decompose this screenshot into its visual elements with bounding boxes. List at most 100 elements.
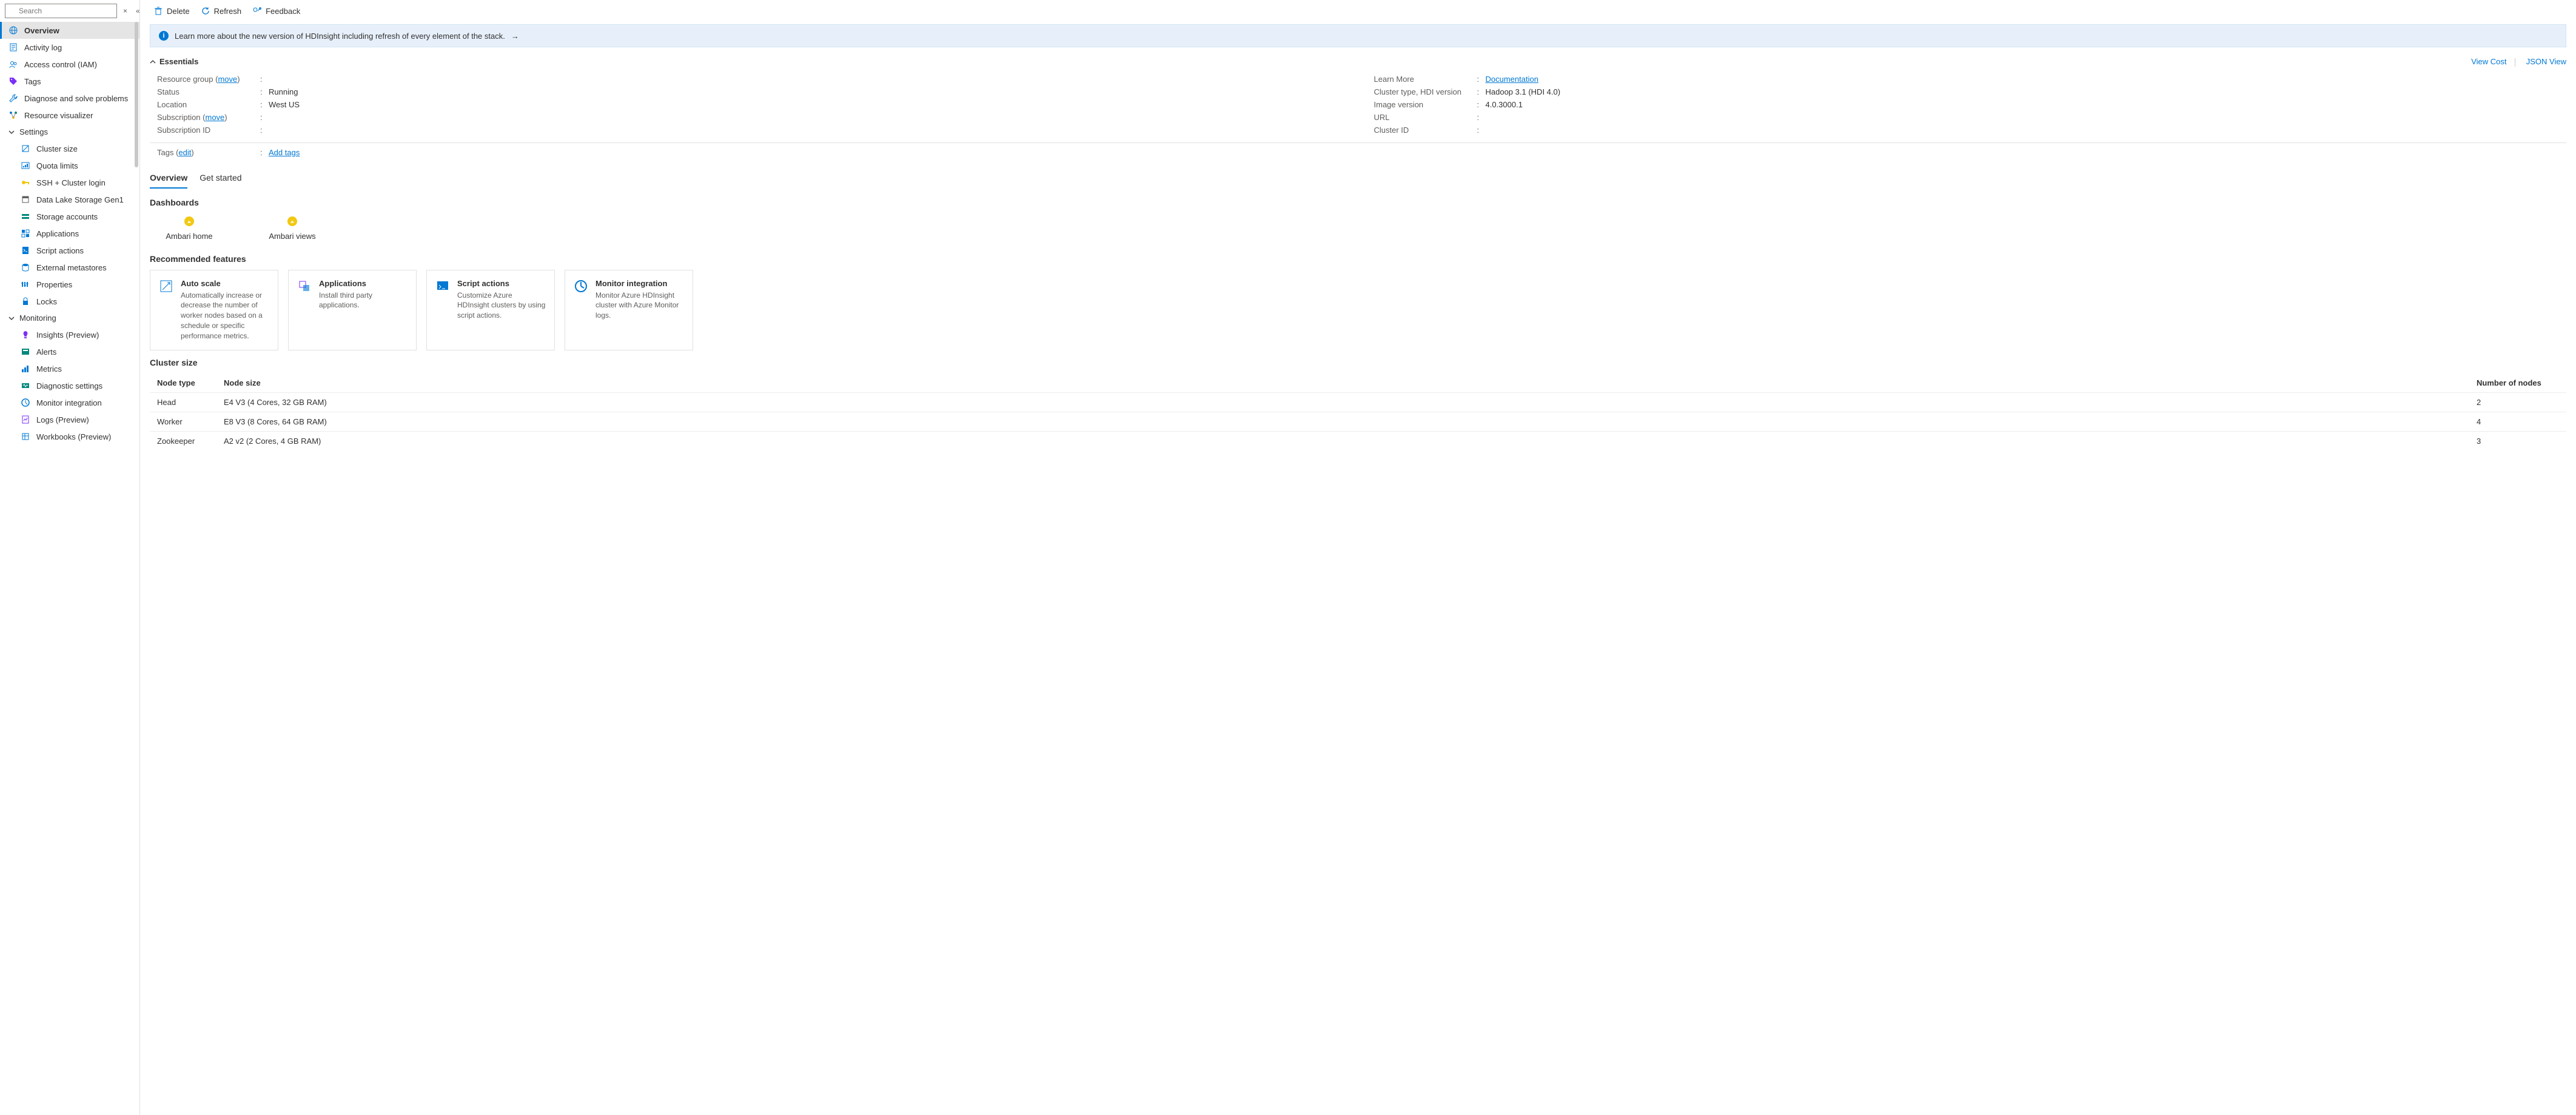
essentials-value-link[interactable]: Documentation xyxy=(1486,75,1538,84)
people-icon xyxy=(8,59,18,69)
nav-item-script-actions[interactable]: Script actions xyxy=(0,242,139,259)
feature-icon xyxy=(159,279,173,293)
datalake-icon xyxy=(21,195,30,204)
essentials-row: Image version:4.0.3000.1 xyxy=(1374,98,2567,111)
chevron-down-icon xyxy=(8,129,15,135)
nav-item-metrics[interactable]: Metrics xyxy=(0,360,139,377)
nav-item-insights-preview-[interactable]: Insights (Preview) xyxy=(0,326,139,343)
features-row: Auto scaleAutomatically increase or decr… xyxy=(150,270,2566,350)
table-row: HeadE4 V3 (4 Cores, 32 GB RAM)2 xyxy=(150,392,2566,412)
essentials-row: Cluster ID: xyxy=(1374,124,2567,136)
essentials-toggle[interactable]: Essentials xyxy=(150,57,198,66)
nav-item-applications[interactable]: Applications xyxy=(0,225,139,242)
feature-card-auto-scale[interactable]: Auto scaleAutomatically increase or decr… xyxy=(150,270,278,350)
nav-item-workbooks-preview-[interactable]: Workbooks (Preview) xyxy=(0,428,139,445)
essentials-row: URL: xyxy=(1374,111,2567,124)
nav-group-monitoring[interactable]: Monitoring xyxy=(0,310,139,326)
main-content: Delete Refresh Feedback i Learn more abo… xyxy=(140,0,2576,1115)
col-node-size: Node size xyxy=(216,373,2469,393)
nav-item-properties[interactable]: Properties xyxy=(0,276,139,293)
tab-overview[interactable]: Overview xyxy=(150,170,187,189)
chevron-down-icon xyxy=(8,315,15,321)
essentials-links: View Cost JSON View xyxy=(2464,57,2566,67)
table-row: ZookeeperA2 v2 (2 Cores, 4 GB RAM)3 xyxy=(150,431,2566,450)
nav-item-external-metastores[interactable]: External metastores xyxy=(0,259,139,276)
tabs: Overview Get started xyxy=(150,170,2566,189)
info-banner[interactable]: i Learn more about the new version of HD… xyxy=(150,24,2566,47)
feature-card-script-actions[interactable]: Script actionsCustomize Azure HDInsight … xyxy=(426,270,555,350)
nav-item-alerts[interactable]: Alerts xyxy=(0,343,139,360)
add-tags-link[interactable]: Add tags xyxy=(269,148,300,157)
dashboard-card-ambari-views[interactable]: Ambari views xyxy=(253,216,332,241)
dashboard-card-ambari-home[interactable]: Ambari home xyxy=(150,216,229,241)
essentials-row: Learn More:Documentation xyxy=(1374,73,2567,85)
feature-card-applications[interactable]: ApplicationsInstall third party applicat… xyxy=(288,270,417,350)
sidebar-close-x[interactable]: × xyxy=(121,5,130,16)
globe-icon xyxy=(8,25,18,35)
key-icon xyxy=(21,178,30,187)
toolbar: Delete Refresh Feedback xyxy=(150,0,2566,22)
nav-item-locks[interactable]: Locks xyxy=(0,293,139,310)
dashboards-heading: Dashboards xyxy=(150,198,2566,207)
chevron-up-icon xyxy=(150,59,156,65)
tags-edit-link[interactable]: edit xyxy=(178,148,191,157)
feedback-button[interactable]: Feedback xyxy=(252,6,300,16)
essentials-row: Status:Running xyxy=(157,85,1350,98)
nav-item-data-lake-storage-gen1[interactable]: Data Lake Storage Gen1 xyxy=(0,191,139,208)
nav-item-diagnostic-settings[interactable]: Diagnostic settings xyxy=(0,377,139,394)
json-view-link[interactable]: JSON View xyxy=(2526,57,2566,66)
nav-item-activity-log[interactable]: Activity log xyxy=(0,39,139,56)
move-link[interactable]: move xyxy=(205,113,224,122)
nav-item-logs-preview-[interactable]: Logs (Preview) xyxy=(0,411,139,428)
workbook-icon xyxy=(21,432,30,441)
nav-item-storage-accounts[interactable]: Storage accounts xyxy=(0,208,139,225)
nav-group-label: Monitoring xyxy=(19,313,56,323)
nav-item-monitor-integration[interactable]: Monitor integration xyxy=(0,394,139,411)
nav-item-access-control-iam-[interactable]: Access control (IAM) xyxy=(0,56,139,73)
refresh-icon xyxy=(201,6,210,16)
storage-icon xyxy=(21,212,30,221)
search-input[interactable] xyxy=(5,4,117,18)
nav-item-overview[interactable]: Overview xyxy=(0,22,139,39)
sidebar-search-row: × « xyxy=(0,0,139,22)
ambari-icon xyxy=(287,216,298,227)
cluster-size-heading: Cluster size xyxy=(150,358,2566,367)
scrollbar-thumb[interactable] xyxy=(135,22,138,167)
table-row: WorkerE8 V3 (8 Cores, 64 GB RAM)4 xyxy=(150,412,2566,431)
nav-item-ssh-cluster-login[interactable]: SSH + Cluster login xyxy=(0,174,139,191)
essentials-row: Subscription ID: xyxy=(157,124,1350,136)
viz-icon xyxy=(8,110,18,120)
cluster-size-table: Node type Node size Number of nodes Head… xyxy=(150,373,2566,450)
log-icon xyxy=(8,42,18,52)
ambari-icon xyxy=(184,216,195,227)
metrics-icon xyxy=(21,364,30,373)
logs-icon xyxy=(21,415,30,424)
nav-item-cluster-size[interactable]: Cluster size xyxy=(0,140,139,157)
delete-button[interactable]: Delete xyxy=(153,6,190,16)
banner-arrow: → xyxy=(511,32,519,41)
nav-group-label: Settings xyxy=(19,127,48,136)
metastore-icon xyxy=(21,263,30,272)
nav-group-settings[interactable]: Settings xyxy=(0,124,139,140)
essentials-row: Subscription (move): xyxy=(157,111,1350,124)
bulb-icon xyxy=(21,330,30,340)
nav-item-quota-limits[interactable]: Quota limits xyxy=(0,157,139,174)
info-icon: i xyxy=(159,31,169,41)
tab-get-started[interactable]: Get started xyxy=(200,170,241,189)
refresh-button[interactable]: Refresh xyxy=(201,6,242,16)
apps-icon xyxy=(21,229,30,238)
nav-item-resource-visualizer[interactable]: Resource visualizer xyxy=(0,107,139,124)
nav-item-diagnose-and-solve-problems[interactable]: Diagnose and solve problems xyxy=(0,90,139,107)
feedback-icon xyxy=(252,6,262,16)
feature-card-monitor-integration[interactable]: Monitor integrationMonitor Azure HDInsig… xyxy=(565,270,693,350)
nav-list: OverviewActivity logAccess control (IAM)… xyxy=(0,22,139,1115)
features-heading: Recommended features xyxy=(150,254,2566,264)
col-node-count: Number of nodes xyxy=(2469,373,2566,393)
essentials-grid: Resource group (move):Status:RunningLoca… xyxy=(150,69,2566,143)
view-cost-link[interactable]: View Cost xyxy=(2471,57,2506,66)
dashboards-row: Ambari home Ambari views xyxy=(150,213,2566,247)
sidebar-collapse-chevron[interactable]: « xyxy=(133,5,143,16)
wrench-icon xyxy=(8,93,18,103)
nav-item-tags[interactable]: Tags xyxy=(0,73,139,90)
move-link[interactable]: move xyxy=(218,75,237,84)
